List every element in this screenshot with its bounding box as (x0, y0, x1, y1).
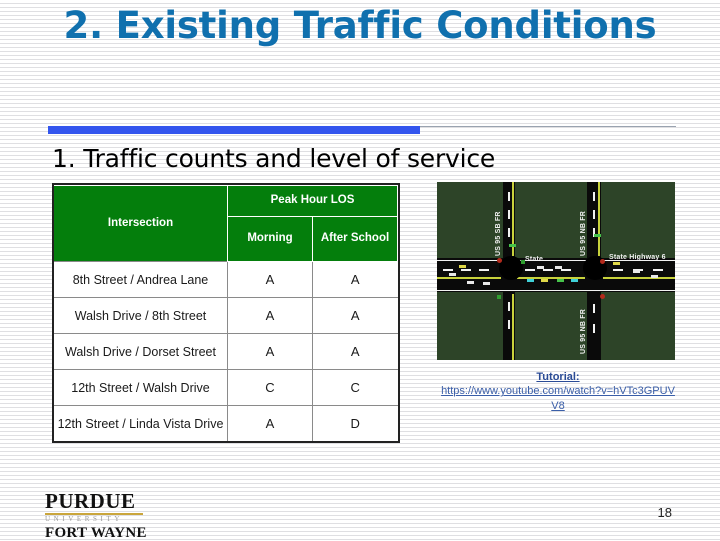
vehicle (571, 279, 578, 282)
table-row: Walsh Drive / Dorset Street A A (54, 333, 398, 370)
cell-intersection: 12th Street / Walsh Drive (54, 369, 228, 406)
centerline-yellow-right (603, 277, 675, 279)
vehicle (633, 270, 640, 273)
centerline-yellow-left (437, 277, 501, 279)
lane-dash (593, 210, 595, 219)
table-row: 12th Street / Walsh Drive C C (54, 369, 398, 406)
intersection-node-left (499, 256, 523, 280)
label-us95-sb-fr: US 95 SB FR (495, 211, 502, 256)
cell-morning: C (227, 369, 313, 406)
vehicle (613, 262, 620, 265)
cell-morning: A (227, 405, 313, 441)
bullet-item-1: 1. Traffic counts and level of service (52, 144, 496, 173)
signal-green-left-b (497, 295, 501, 299)
centerline-yellow-vright (598, 182, 600, 256)
cell-after-school: D (312, 405, 398, 441)
tutorial-link-continued[interactable]: V8 (408, 399, 708, 413)
vehicle (537, 266, 544, 269)
table-head: Intersection Peak Hour LOS Morning After… (54, 185, 398, 262)
lane-dash (593, 324, 595, 333)
title-divider (48, 126, 676, 134)
lane-dash (508, 228, 510, 237)
label-us95-nb-fr-bottom: US 95 NB FR (580, 309, 587, 354)
label-us95-nb-fr: US 95 NB FR (580, 211, 587, 256)
signal-red-left (497, 258, 502, 263)
lane-dash (593, 192, 595, 201)
edgeline-bottom (437, 290, 675, 291)
tutorial-link[interactable]: https://www.youtube.com/watch?v=hVTc3GPU… (408, 384, 708, 398)
cell-intersection: Walsh Drive / 8th Street (54, 297, 228, 334)
los-table-container: Intersection Peak Hour LOS Morning After… (52, 183, 400, 443)
lane-dash (613, 269, 623, 271)
lane-dash (508, 210, 510, 219)
vehicle (594, 234, 601, 237)
table-body: 8th Street / Andrea Lane A A Walsh Drive… (54, 261, 398, 441)
page-number: 18 (657, 505, 672, 520)
vehicle (557, 279, 564, 282)
lane-dash (461, 269, 471, 271)
signal-red-right (600, 259, 605, 264)
traffic-simulation-image: US 95 SB FR US 95 NB FR US 95 NB FR Stat… (437, 182, 675, 360)
centerline-yellow-vleft-b (512, 294, 514, 360)
header-after-school: After School (312, 216, 398, 262)
cell-after-school: A (312, 261, 398, 298)
cell-after-school: C (312, 369, 398, 406)
label-state-highway-6: State Highway 6 (609, 254, 666, 261)
vehicle (459, 265, 466, 268)
vehicle (467, 281, 474, 284)
vehicle (541, 279, 548, 282)
cell-after-school: A (312, 297, 398, 334)
lane-dash (479, 269, 489, 271)
cell-intersection: 8th Street / Andrea Lane (54, 261, 228, 298)
cell-morning: A (227, 261, 313, 298)
logo-purdue-wordmark: PURDUE (45, 489, 136, 513)
vehicle (527, 279, 534, 282)
lane-dash (508, 320, 510, 329)
page-title: 2. Existing Traffic Conditions (63, 4, 657, 47)
table-row: 8th Street / Andrea Lane A A (54, 261, 398, 298)
vehicle (449, 273, 456, 276)
table-row: Walsh Drive / 8th Street A A (54, 297, 398, 334)
peak-hour-los-table: Intersection Peak Hour LOS Morning After… (54, 185, 398, 441)
lane-dash (653, 269, 663, 271)
vehicle (555, 266, 562, 269)
header-intersection: Intersection (54, 185, 228, 262)
vehicle (509, 244, 516, 247)
cell-morning: A (227, 333, 313, 370)
purdue-fort-wayne-logo: PURDUE UNIVERSITY FORT WAYNE (45, 491, 195, 541)
logo-fort-wayne-text: FORT WAYNE (45, 525, 147, 541)
signal-red-right-b (600, 294, 605, 299)
vehicle (651, 275, 658, 278)
lane-dash (443, 269, 453, 271)
logo-university-text: UNIVERSITY (45, 515, 123, 523)
road-horizontal (437, 258, 675, 292)
lane-dash (561, 269, 571, 271)
cell-intersection: Walsh Drive / Dorset Street (54, 333, 228, 370)
header-morning: Morning (227, 216, 313, 262)
lane-dash (543, 269, 553, 271)
label-state: State (525, 256, 544, 263)
vehicle (483, 282, 490, 285)
table-row: 12th Street / Linda Vista Drive A D (54, 405, 398, 441)
lane-dash (508, 302, 510, 311)
divider-accent-bar (48, 126, 420, 134)
cell-morning: A (227, 297, 313, 334)
cell-after-school: A (312, 333, 398, 370)
header-peak-hour-los: Peak Hour LOS (227, 185, 398, 217)
lane-dash (508, 192, 510, 201)
table-header-row-1: Intersection Peak Hour LOS (54, 185, 398, 262)
tutorial-block: Tutorial: https://www.youtube.com/watch?… (408, 370, 708, 413)
tutorial-label: Tutorial: (536, 371, 580, 383)
lane-dash (525, 269, 535, 271)
cell-intersection: 12th Street / Linda Vista Drive (54, 405, 228, 441)
lane-dash (593, 304, 595, 313)
